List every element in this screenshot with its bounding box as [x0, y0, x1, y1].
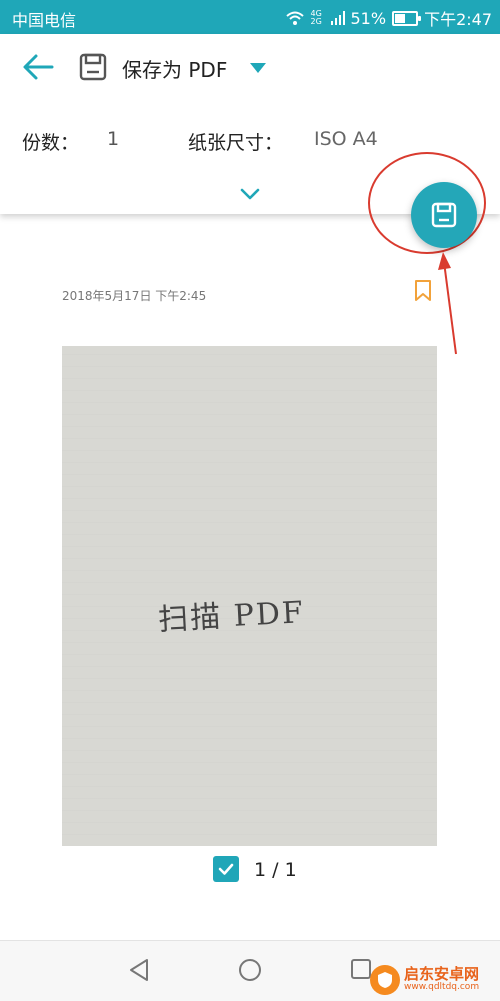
- printer-selector[interactable]: 保存为 PDF: [122, 54, 227, 83]
- watermark-logo-icon: [370, 965, 400, 995]
- page-preview[interactable]: 扫描 PDF: [62, 346, 437, 846]
- preview-timestamp: 2018年5月17日 下午2:45: [62, 289, 207, 303]
- carrier-label: 中国电信: [12, 11, 77, 30]
- save-icon[interactable]: [78, 52, 108, 82]
- watermark: 启东安卓网 www.qdltdq.com: [370, 962, 498, 998]
- battery-fill: [395, 13, 406, 23]
- chevron-down-icon[interactable]: [236, 186, 264, 202]
- battery-percent: 51%: [350, 8, 387, 28]
- network-type: 4G 2G: [310, 9, 322, 26]
- bookmark-icon[interactable]: [414, 280, 432, 302]
- save-pdf-button[interactable]: [411, 182, 477, 248]
- page-count: 1 / 1: [254, 859, 297, 881]
- signal-icon: [330, 11, 345, 25]
- annotation-arrow: [438, 252, 457, 355]
- shield-icon: [378, 972, 392, 988]
- status-indicators: 4G 2G 51% 下午2:47: [285, 6, 492, 30]
- checkbox-checked-icon: [218, 863, 234, 875]
- handwritten-text: 扫描 PDF: [157, 595, 306, 638]
- battery-icon: [392, 10, 422, 26]
- back-arrow-icon[interactable]: [18, 50, 58, 84]
- paper-size-select[interactable]: ISO A4: [314, 128, 378, 150]
- watermark-title: 启东安卓网: [404, 965, 480, 984]
- clock: 下午2:47: [424, 10, 492, 29]
- nav-home-icon[interactable]: [238, 958, 262, 982]
- status-bar: 中国电信 4G 2G 51% 下午2:47: [0, 0, 500, 34]
- wifi-icon: [285, 11, 304, 25]
- watermark-url: www.qdltdq.com: [404, 982, 480, 993]
- page-select-checkbox[interactable]: [213, 856, 239, 882]
- nav-recent-icon[interactable]: [350, 958, 372, 980]
- save-icon: [431, 202, 457, 228]
- copies-input[interactable]: 1: [107, 128, 119, 150]
- copies-label: 份数：: [22, 132, 80, 154]
- chevron-down-icon[interactable]: [248, 62, 268, 74]
- nav-back-icon[interactable]: [128, 958, 150, 982]
- paper-size-label: 纸张尺寸：: [188, 132, 284, 154]
